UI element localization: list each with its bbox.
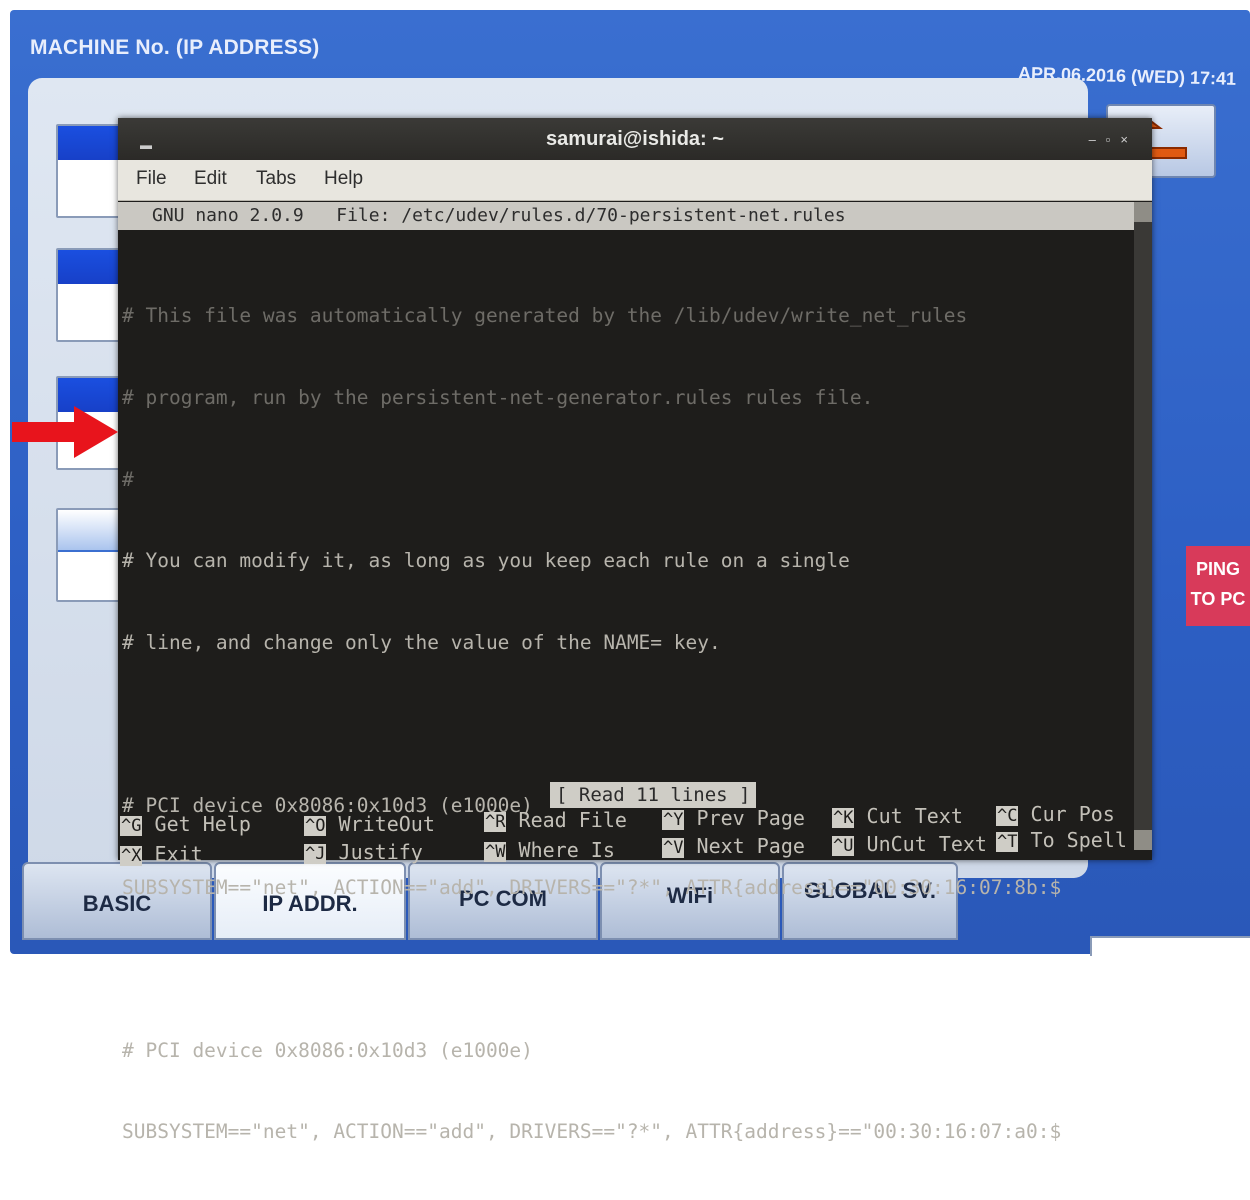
ping-to-pc-button[interactable]: PING TO PC <box>1186 546 1250 626</box>
menu-tabs[interactable]: Tabs <box>256 168 296 190</box>
terminal-title: samurai@ishida: ~ <box>546 128 724 150</box>
terminal-window[interactable]: ▬ samurai@ishida: ~ –▫× File Edit Tabs H… <box>118 118 1152 1143</box>
terminal-scrollbar[interactable] <box>1134 202 1152 850</box>
menu-file[interactable]: File <box>136 168 167 190</box>
shortcut-get-help[interactable]: ^G Get Help <box>120 812 251 838</box>
file-line: # PCI device 0x8086:0x10d3 (e1000e) <box>122 1038 533 1062</box>
shortcut-read-file[interactable]: ^R Read File <box>484 808 627 834</box>
file-line: # You can modify it, as long as you keep… <box>122 549 850 573</box>
shortcut-next-page[interactable]: ^V Next Page <box>662 834 805 860</box>
scroll-down-icon[interactable] <box>1134 830 1152 850</box>
shortcut-prev-page[interactable]: ^Y Prev Page <box>662 806 805 832</box>
file-line: # This file was automatically generated … <box>122 304 968 328</box>
menu-edit[interactable]: Edit <box>194 168 227 190</box>
menu-help[interactable]: Help <box>324 168 363 190</box>
shortcut-where-is[interactable]: ^W Where Is <box>484 838 615 864</box>
shortcut-justify[interactable]: ^J Justify <box>304 840 423 866</box>
file-line: # <box>122 467 134 491</box>
terminal-menubar: File Edit Tabs Help <box>118 160 1152 201</box>
shortcut-cur-pos[interactable]: ^C Cur Pos <box>996 802 1115 828</box>
screen-title: MACHINE No. (IP ADDRESS) <box>30 36 320 59</box>
file-line <box>122 955 1132 982</box>
nano-shortcut-bar: ^G Get Help ^O WriteOut ^R Read File ^Y … <box>120 802 1130 866</box>
shortcut-cut-text[interactable]: ^K Cut Text <box>832 804 963 830</box>
file-line <box>122 710 1132 737</box>
terminal-titlebar[interactable]: ▬ samurai@ishida: ~ –▫× <box>118 118 1152 160</box>
scroll-up-icon[interactable] <box>1134 202 1152 222</box>
ping-label-line2: TO PC <box>1190 589 1246 609</box>
file-line: SUBSYSTEM=="net", ACTION=="add", DRIVERS… <box>122 875 1062 899</box>
file-line: # program, run by the persistent-net-gen… <box>122 386 874 409</box>
shortcut-writeout[interactable]: ^O WriteOut <box>304 812 435 838</box>
red-arrow-icon <box>12 406 118 458</box>
shortcut-exit[interactable]: ^X Exit <box>120 842 203 868</box>
nano-status-message: [ Read 11 lines ] <box>550 782 757 808</box>
nano-header: GNU nano 2.0.9 File: /etc/udev/rules.d/7… <box>118 202 1134 230</box>
file-content[interactable]: # This file was automatically generated … <box>122 248 1132 1200</box>
file-line: # line, and change only the value of the… <box>122 630 721 654</box>
window-controls[interactable]: –▫× <box>1089 132 1138 147</box>
shortcut-to-spell[interactable]: ^T To Spell <box>996 828 1127 854</box>
ping-label-line1: PING <box>1195 559 1240 579</box>
file-line: SUBSYSTEM=="net", ACTION=="add", DRIVERS… <box>122 1120 1062 1144</box>
shortcut-uncut-text[interactable]: ^U UnCut Text <box>832 832 987 858</box>
